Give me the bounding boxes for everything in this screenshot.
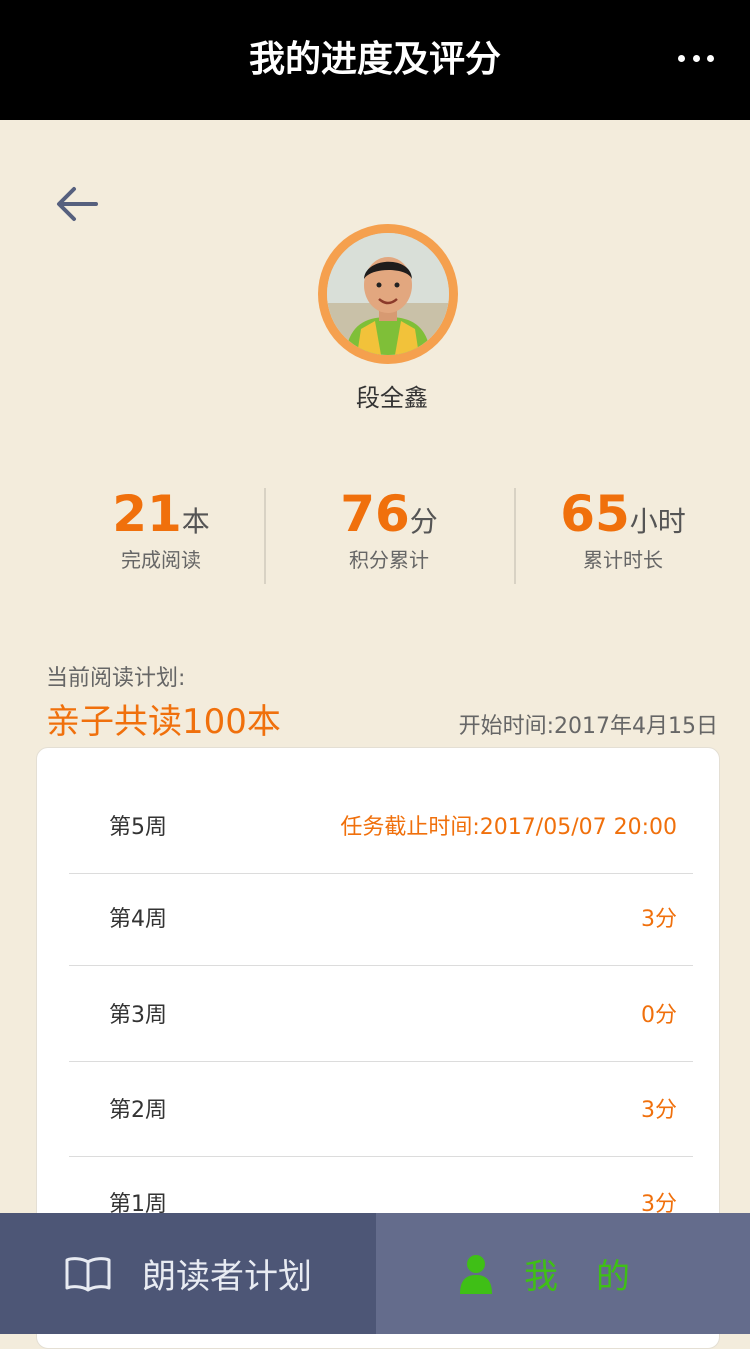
tab-bar: 朗读者计划 我的 [0, 1213, 750, 1334]
stat-unit: 本 [181, 505, 210, 538]
stat-value: 21 [112, 485, 182, 543]
username: 段全鑫 [356, 384, 428, 412]
stat-points: 76分 积分累计 [316, 470, 462, 573]
plan-label: 当前阅读计划: [46, 666, 186, 691]
stat-value: 76 [340, 485, 410, 543]
plan-start-time: 开始时间:2017年4月15日 [458, 714, 718, 739]
week-deadline: 任务截止时间:2017/05/07 20:00 [340, 815, 677, 840]
back-arrow-icon[interactable] [54, 183, 100, 225]
week-row[interactable]: 第2周 3分 [69, 1066, 693, 1157]
stat-divider [514, 488, 516, 584]
week-score: 3分 [641, 907, 677, 932]
week-row[interactable]: 第5周 任务截止时间:2017/05/07 20:00 [69, 783, 693, 874]
tab-me[interactable]: 我的 [376, 1213, 750, 1334]
week-score: 3分 [641, 1098, 677, 1123]
book-icon [65, 1256, 111, 1291]
week-label: 第2周 [109, 1098, 167, 1123]
week-label: 第5周 [109, 815, 167, 840]
week-row[interactable]: 第3周 0分 [69, 971, 693, 1062]
avatar-photo [327, 233, 449, 355]
week-label: 第4周 [109, 907, 167, 932]
more-dots-icon[interactable] [678, 50, 714, 66]
stat-books-read: 21本 完成阅读 [88, 470, 234, 573]
plan-name: 亲子共读100本 [46, 702, 281, 742]
stat-value: 65 [560, 485, 630, 543]
tab-label: 朗读者计划 [142, 1257, 312, 1297]
week-row[interactable]: 第4周 3分 [69, 875, 693, 966]
stat-label: 积分累计 [349, 548, 429, 572]
stat-hours: 65小时 累计时长 [540, 470, 706, 573]
week-label: 第3周 [109, 1003, 167, 1028]
stat-label: 累计时长 [583, 548, 663, 572]
page-title: 我的进度及评分 [248, 39, 501, 80]
stat-label: 完成阅读 [121, 548, 201, 572]
tab-label: 我的 [524, 1257, 668, 1297]
stat-divider [264, 488, 266, 584]
user-icon [460, 1254, 492, 1294]
stat-unit: 分 [409, 505, 438, 538]
tab-reader-plan[interactable]: 朗读者计划 [0, 1213, 376, 1334]
stat-unit: 小时 [629, 505, 686, 538]
nav-bar: 我的进度及评分 [0, 0, 750, 120]
avatar[interactable] [318, 224, 458, 364]
week-score: 0分 [641, 1003, 677, 1028]
